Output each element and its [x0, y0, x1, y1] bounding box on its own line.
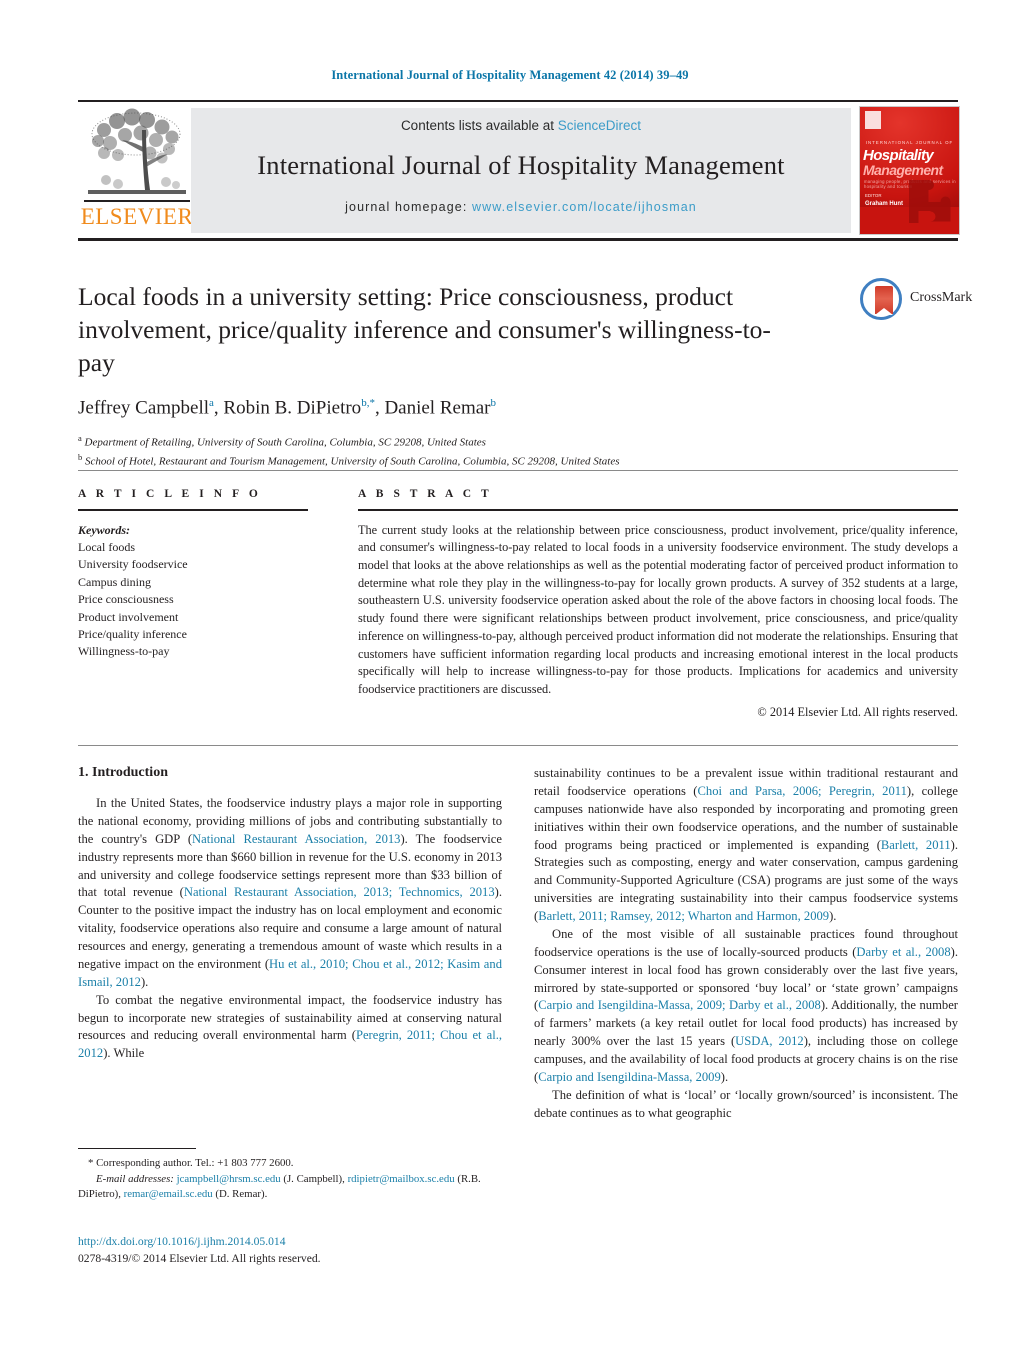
- contents-line: Contents lists available at ScienceDirec…: [191, 118, 851, 133]
- author-name-1: Jeffrey Campbell: [78, 397, 210, 419]
- citation-link[interactable]: Carpio and Isengildina-Massa, 2009: [538, 1070, 721, 1084]
- body-column-right: sustainability continues to be a prevale…: [534, 765, 958, 1123]
- keyword-list: Keywords: Local foods University foodser…: [78, 522, 308, 661]
- title-block: Local foods in a university setting: Pri…: [78, 278, 972, 470]
- elsevier-tree-icon: [88, 108, 186, 194]
- article-page: International Journal of Hospitality Man…: [0, 0, 1020, 1351]
- article-info-rule: [78, 509, 308, 511]
- doi-block: http://dx.doi.org/10.1016/j.ijhm.2014.05…: [78, 1233, 502, 1268]
- affiliation-b: b School of Hotel, Restaurant and Touris…: [78, 451, 958, 470]
- keyword-item: Local foods: [78, 539, 135, 554]
- elsevier-divider: [84, 200, 190, 202]
- crossmark-notch-shape: [875, 308, 893, 315]
- homepage-prefix: journal homepage:: [345, 200, 472, 214]
- homepage-url-link[interactable]: www.elsevier.com/locate/ijhosman: [472, 200, 697, 214]
- contents-prefix: Contents lists available at: [400, 118, 558, 133]
- article-info-column: A R T I C L E I N F O Keywords: Local fo…: [78, 488, 308, 661]
- email-link-remar[interactable]: remar@email.sc.edu: [124, 1188, 213, 1200]
- cover-puzzle-icon: [909, 180, 951, 223]
- citation-link[interactable]: National Restaurant Association, 2013; T…: [184, 885, 495, 899]
- sciencedirect-panel: Contents lists available at ScienceDirec…: [191, 108, 851, 233]
- author-affil-marker-a: a: [209, 397, 214, 410]
- citation-link[interactable]: Carpio and Isengildina-Massa, 2009; Darb…: [538, 998, 821, 1012]
- crossmark-badge[interactable]: CrossMark: [860, 278, 980, 326]
- paragraph: sustainability continues to be a prevale…: [534, 766, 958, 923]
- masthead-top-rule: [78, 100, 958, 102]
- abstract-rule: [358, 509, 958, 511]
- affiliation-list: a Department of Retailing, University of…: [78, 432, 958, 470]
- cover-editor-name: Graham Hunt: [865, 200, 904, 207]
- cover-elsevier-mark: [865, 111, 881, 129]
- paragraph: The definition of what is ‘local’ or ‘lo…: [534, 1087, 958, 1120]
- keyword-item: Price consciousness: [78, 592, 174, 607]
- abstract-copyright: © 2014 Elsevier Ltd. All rights reserved…: [757, 704, 958, 719]
- corresponding-author-note: * Corresponding author. Tel.: +1 803 777…: [88, 1157, 294, 1169]
- keyword-item: Willingness-to-pay: [78, 644, 170, 659]
- affiliation-a-text: Department of Retailing, University of S…: [84, 436, 486, 449]
- running-head: International Journal of Hospitality Man…: [331, 68, 689, 82]
- email-owner-campbell: (J. Campbell): [283, 1172, 343, 1185]
- author-name-3: Daniel Remar: [384, 397, 491, 419]
- section-heading-introduction: 1. Introduction: [78, 765, 168, 780]
- author-list: Jeffrey Campbella, Robin B. DiPietrob,*,…: [78, 397, 496, 419]
- footnote-rule: [78, 1148, 196, 1150]
- page-title: Local foods in a university setting: Pri…: [78, 282, 771, 378]
- author-affil-marker-b-star: b,*: [361, 397, 375, 410]
- elsevier-wordmark: ELSEVIER: [80, 204, 194, 229]
- crossmark-icon: [860, 278, 902, 320]
- citation-link[interactable]: National Restaurant Association, 2013: [192, 832, 400, 846]
- email-addresses-note: E-mail addresses: jcampbell@hrsm.sc.edu …: [78, 1172, 481, 1201]
- keywords-label: Keywords:: [78, 522, 130, 537]
- body-column-left: 1. Introduction In the United States, th…: [78, 765, 502, 1063]
- keyword-item: Product involvement: [78, 609, 179, 624]
- citation-link[interactable]: Darby et al., 2008: [856, 945, 950, 959]
- citation-link[interactable]: Barlett, 2011: [881, 838, 951, 852]
- journal-masthead: ELSEVIER Contents lists available at Sci…: [78, 100, 960, 241]
- affil-marker-a: a: [78, 432, 82, 443]
- journal-homepage-line: journal homepage: www.elsevier.com/locat…: [191, 200, 851, 214]
- abstract-column: A B S T R A C T The current study looks …: [358, 488, 958, 720]
- paragraph: One of the most visible of all sustainab…: [534, 926, 959, 1084]
- cover-editor-label: EDITOR: [865, 193, 882, 198]
- citation-link[interactable]: Barlett, 2011; Ramsey, 2012; Wharton and…: [538, 909, 829, 923]
- email-label: E-mail addresses:: [96, 1172, 174, 1185]
- body-top-rule: [78, 745, 958, 746]
- keyword-item: University foodservice: [78, 557, 188, 572]
- masthead-bottom-rule: [78, 238, 958, 241]
- journal-title: International Journal of Hospitality Man…: [257, 150, 785, 180]
- cover-title-line1: Hospitality: [863, 147, 934, 164]
- sciencedirect-link[interactable]: ScienceDirect: [558, 118, 641, 133]
- citation-link[interactable]: Peregrin, 2011; Chou et al., 2012: [78, 1028, 502, 1060]
- author-affil-marker-b: b: [490, 397, 496, 410]
- elsevier-logo: ELSEVIER: [78, 108, 196, 236]
- footnote-block: * Corresponding author. Tel.: +1 803 777…: [78, 1156, 502, 1203]
- email-link-campbell[interactable]: jcampbell@hrsm.sc.edu: [177, 1173, 281, 1185]
- journal-cover-thumbnail: INTERNATIONAL JOURNAL OF Hospitality Man…: [859, 106, 960, 235]
- citation-link[interactable]: Hu et al., 2010; Chou et al., 2012; Kasi…: [78, 957, 502, 989]
- paragraph: To combat the negative environmental imp…: [78, 992, 502, 1061]
- doi-link[interactable]: http://dx.doi.org/10.1016/j.ijhm.2014.05…: [78, 1233, 502, 1250]
- affiliation-a: a Department of Retailing, University of…: [78, 432, 958, 451]
- keyword-item: Campus dining: [78, 574, 152, 589]
- abstract-heading: A B S T R A C T: [358, 488, 493, 500]
- email-owner-remar: (D. Remar): [215, 1188, 265, 1201]
- email-link-dipietro[interactable]: rdipietr@mailbox.sc.edu: [348, 1173, 455, 1185]
- citation-link[interactable]: Choi and Parsa, 2006; Peregrin, 2011: [698, 784, 907, 798]
- abstract-text: The current study looks at the relations…: [358, 522, 958, 696]
- paragraph: In the United States, the foodservice in…: [78, 796, 502, 989]
- citation-link[interactable]: USDA, 2012: [735, 1034, 804, 1048]
- issn-copyright-line: 0278-4319/© 2014 Elsevier Ltd. All right…: [78, 1252, 321, 1266]
- cover-kicker: INTERNATIONAL JOURNAL OF: [865, 140, 954, 145]
- info-top-rule: [78, 470, 958, 471]
- author-name-2: Robin B. DiPietro: [223, 397, 362, 419]
- keyword-item: Price/quality inference: [78, 626, 187, 641]
- crossmark-label: CrossMark: [910, 290, 973, 305]
- affil-marker-b: b: [78, 451, 83, 462]
- affiliation-b-text: School of Hotel, Restaurant and Tourism …: [85, 455, 620, 468]
- article-info-heading: A R T I C L E I N F O: [78, 488, 262, 500]
